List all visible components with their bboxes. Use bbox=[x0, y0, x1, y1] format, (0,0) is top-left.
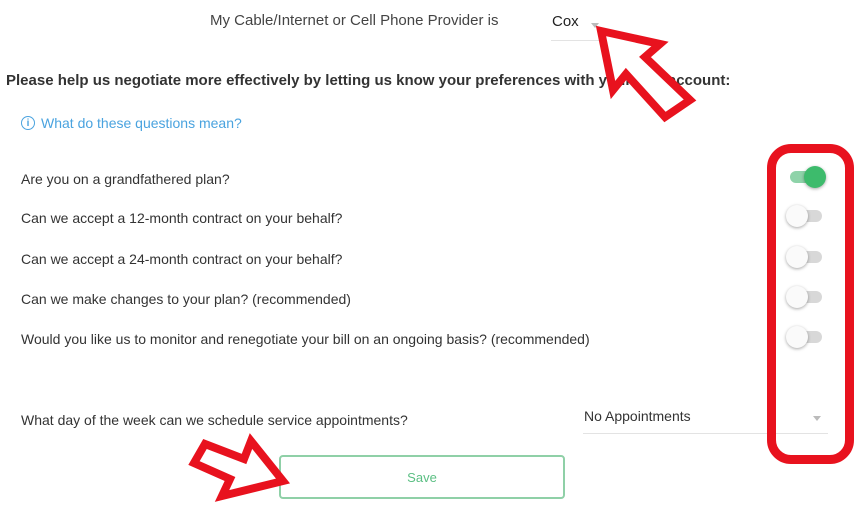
arrow-to-save-icon bbox=[188, 433, 291, 502]
